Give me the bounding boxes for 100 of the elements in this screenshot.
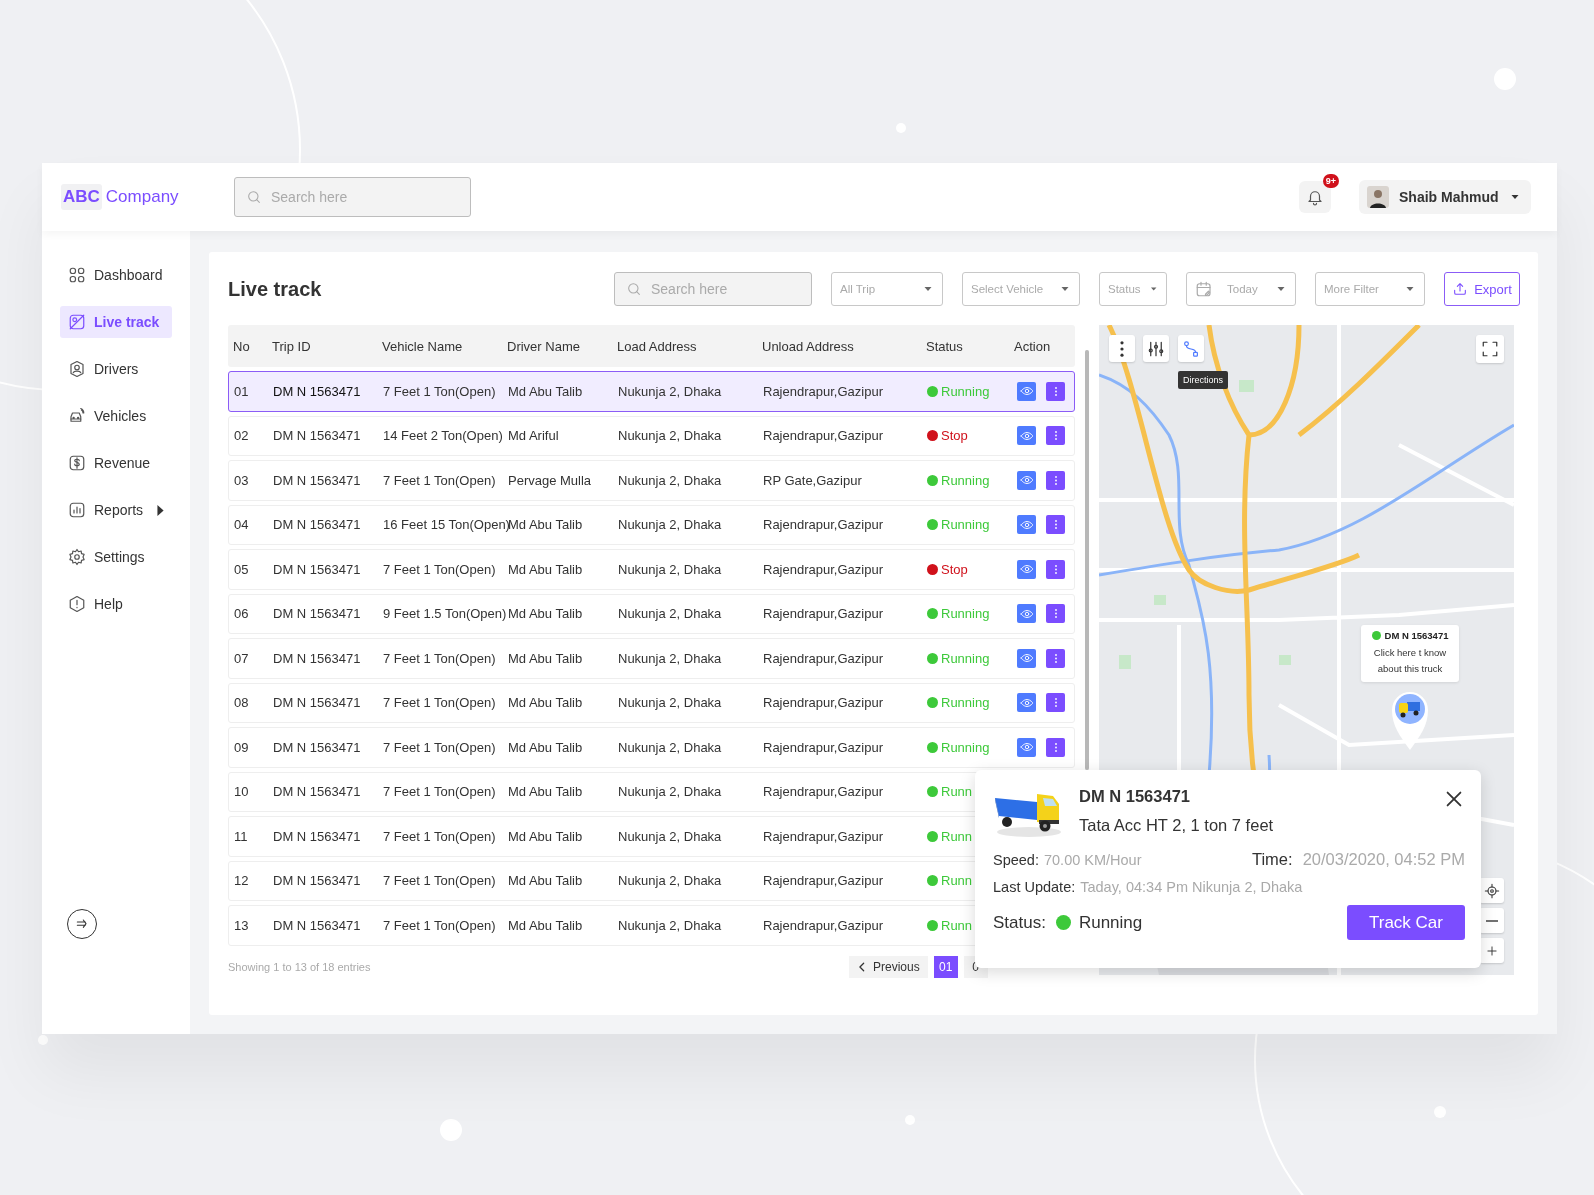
table-cell-text: DM N 1563471: [273, 606, 362, 622]
table-cell-text: 12: [234, 873, 250, 889]
table-cell-text: Nukunja 2, Dhaka: [618, 383, 723, 399]
table-cell-text: RP Gate,Gazipur: [763, 472, 863, 488]
table-cell-text: Md Abu Talib: [508, 873, 584, 889]
table-cell-text: Nukunja 2, Dhaka: [618, 739, 723, 755]
table-cell-text: Nukunja 2, Dhaka: [618, 561, 723, 577]
column-header: Status: [926, 338, 964, 354]
notification-badge: 9+: [1322, 174, 1339, 188]
status-text: Running: [941, 606, 990, 622]
table-cell-text: Rajendrapur,Gazipur: [763, 383, 884, 399]
table-cell-text: 7 Feet 1 Ton(Open): [383, 695, 497, 711]
table-cell-text: DM N 1563471: [273, 784, 362, 800]
table-cell-text: Md Abu Talib: [508, 561, 584, 577]
status-text: Stop: [941, 561, 968, 577]
status-text: Stop: [941, 428, 968, 444]
status-text: Runn: [941, 784, 973, 800]
table-cell-text: Rajendrapur,Gazipur: [763, 784, 884, 800]
table-cell-text: Rajendrapur,Gazipur: [763, 517, 884, 533]
field-value: Taday, 04:34 Pm Nikunja 2, Dhaka: [1080, 879, 1303, 895]
table-cell-text: 10: [234, 784, 250, 800]
table-cell-text: DM N 1563471: [273, 695, 362, 711]
table-cell-text: DM N 1563471: [273, 517, 362, 533]
table-cell-text: Nukunja 2, Dhaka: [618, 606, 723, 622]
status-text: Runn: [941, 917, 973, 933]
column-header: No: [233, 338, 251, 354]
table-cell-text: Md Abu Talib: [508, 383, 584, 399]
field-value: 20/03/2020, 04:52 PM: [1302, 850, 1465, 869]
table-cell-text: Rajendrapur,Gazipur: [763, 739, 884, 755]
table-cell-text: 7 Feet 1 Ton(Open): [383, 383, 497, 399]
table-cell-text: DM N 1563471: [273, 873, 362, 889]
table-cell-text: 7 Feet 1 Ton(Open): [383, 873, 497, 889]
table-cell-text: 03: [234, 472, 250, 488]
table-cell-text: 7 Feet 1 Ton(Open): [383, 472, 497, 488]
table-cell-text: 7 Feet 1 Ton(Open): [383, 739, 497, 755]
table-cell-text: Nukunja 2, Dhaka: [618, 695, 723, 711]
table-cell-text: Rajendrapur,Gazipur: [763, 828, 884, 844]
column-header: Action: [1014, 338, 1052, 354]
table-cell-text: Rajendrapur,Gazipur: [763, 695, 884, 711]
table-cell-text: Nukunja 2, Dhaka: [618, 784, 723, 800]
table-cell-text: Nukunja 2, Dhaka: [618, 828, 723, 844]
table-cell-text: 7 Feet 1 Ton(Open): [383, 561, 497, 577]
table-cell-text: Nukunja 2, Dhaka: [618, 472, 723, 488]
table-cell-text: DM N 1563471: [273, 428, 362, 444]
table-cell-text: 7 Feet 1 Ton(Open): [383, 917, 497, 933]
table-cell-text: Md Abu Talib: [508, 650, 584, 666]
table-cell-text: DM N 1563471: [273, 561, 362, 577]
vehicle-model: Tata Acc HT 2, 1 ton 7 feet: [1079, 816, 1274, 835]
table-cell-text: 09: [234, 739, 250, 755]
field-label: Last Update:: [993, 879, 1076, 895]
table-cell-text: 02: [234, 428, 250, 444]
marker-title: DM N 1563471: [1384, 630, 1449, 641]
table-cell-text: Rajendrapur,Gazipur: [763, 428, 884, 444]
table-cell-text: 13: [234, 917, 250, 933]
table-cell-text: 7 Feet 1 Ton(Open): [383, 650, 497, 666]
table-cell-text: Nukunja 2, Dhaka: [618, 428, 723, 444]
table-cell-text: Nukunja 2, Dhaka: [618, 517, 723, 533]
table-cell: 9 Feet 1.5 Ton(Open): [383, 606, 508, 622]
table-cell-text: Md Ariful: [508, 428, 560, 444]
table-cell-text: 7 Feet 1 Ton(Open): [383, 828, 497, 844]
table-cell-text: 06: [234, 606, 250, 622]
table-cell-text: 07: [234, 650, 250, 666]
status-text: Runn: [941, 873, 973, 889]
table-cell-text: DM N 1563471: [273, 739, 362, 755]
table-cell-text: Rajendrapur,Gazipur: [763, 650, 884, 666]
status-text: Running: [941, 739, 990, 755]
table-cell-text: DM N 1563471: [273, 828, 362, 844]
table-cell-text: Md Abu Talib: [508, 917, 584, 933]
column-header: Unload Address: [762, 338, 855, 354]
status-text: Running: [941, 383, 990, 399]
table-cell-text: Md Abu Talib: [508, 517, 584, 533]
field-label: Time:: [1252, 850, 1293, 869]
table-cell-text: Nukunja 2, Dhaka: [618, 873, 723, 889]
table-cell-text: 7 Feet 1 Ton(Open): [383, 784, 497, 800]
table-cell-text: Rajendrapur,Gazipur: [763, 873, 884, 889]
directions-tooltip: Directions: [1178, 371, 1228, 389]
table-cell-text: Rajendrapur,Gazipur: [763, 606, 884, 622]
marker-note: Click here t know about this truck: [1372, 646, 1448, 676]
table-cell-text: Nukunja 2, Dhaka: [618, 650, 723, 666]
status-text: Running: [941, 517, 990, 533]
column-header: Trip ID: [272, 338, 312, 354]
table-cell-text: 11: [234, 828, 249, 844]
table-cell-text: Rajendrapur,Gazipur: [763, 917, 884, 933]
table-cell-text: 01: [234, 383, 250, 399]
status-text: Running: [1078, 912, 1143, 933]
table-cell-text: Md Abu Talib: [508, 828, 584, 844]
logo-mark: ABC: [61, 184, 102, 210]
table-cell-text: DM N 1563471: [273, 383, 362, 399]
table-cell-text: 08: [234, 695, 250, 711]
table-cell-text: Md Abu Talib: [508, 784, 584, 800]
field-label: Status:: [993, 912, 1046, 933]
table-cell-text: 04: [234, 517, 250, 533]
status-text: Running: [941, 472, 990, 488]
status-text: Running: [941, 695, 990, 711]
table-cell-text: Md Abu Talib: [508, 606, 584, 622]
entries-summary: Showing 1 to 13 of 18 entries: [228, 960, 372, 973]
table-cell-text: Md Abu Talib: [508, 739, 584, 755]
status-text: Runn: [941, 828, 973, 844]
table-cell-text: 05: [234, 561, 250, 577]
table-cell-text: Nukunja 2, Dhaka: [618, 917, 723, 933]
